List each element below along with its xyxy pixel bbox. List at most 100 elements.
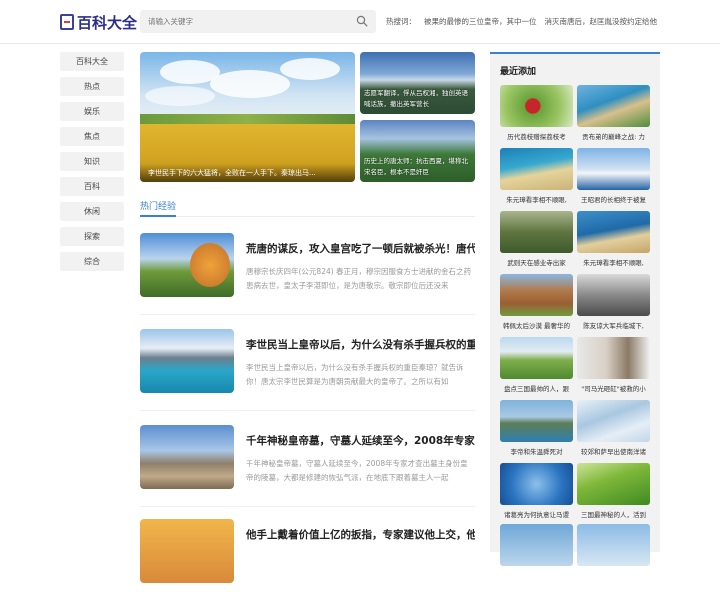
recent-item[interactable]: 盘点三国最帅的人，跟 [500, 337, 573, 393]
recent-item[interactable]: "司马光砸缸"被救的小 [577, 337, 650, 393]
cloud-shape [280, 58, 340, 80]
article-desc: 千年神秘皇帝墓，守墓人延续至今，2008年专家才查出墓主身份皇帝的陵墓，大都是修… [246, 459, 468, 482]
section-divider [140, 216, 475, 217]
recent-thumbnail[interactable] [500, 463, 573, 505]
side-slide-2[interactable]: 历史上的唐太师：抗击西夏，堪称北宋名臣，根本不是奸臣 [360, 120, 475, 182]
recent-label[interactable]: 三国最神秘的人，活到 [577, 509, 650, 519]
tree-line-shape [140, 114, 355, 124]
recent-thumbnail[interactable] [577, 463, 650, 505]
nav-item-entertainment[interactable]: 娱乐 [60, 102, 124, 121]
recent-item[interactable]: 朱元璋看李相不顺眼, [500, 148, 573, 204]
recent-thumbnail[interactable] [500, 211, 573, 253]
hot-searches: 热搜词： 被果的最惨的三位皇帝，其中一位 消灭南唐后，赵匡胤没按约定给他 [386, 16, 665, 27]
side-slide-caption: 历史上的唐太师：抗击西夏，堪称北宋名臣，根本不是奸臣 [364, 157, 468, 176]
recent-thumbnail[interactable] [577, 337, 650, 379]
hero-slide[interactable]: 李世民手下的六大猛将，全败在一人手下。秦琼出马... [140, 52, 355, 182]
category-nav: 百科大全 热点 娱乐 焦点 知识 百科 休闲 探索 综合 [60, 52, 124, 277]
recent-thumbnail[interactable] [577, 400, 650, 442]
hot-word-link[interactable]: 消灭南唐后，赵匡胤没按约定给他 [545, 17, 658, 26]
recent-thumbnail[interactable] [500, 148, 573, 190]
recent-thumbnail[interactable] [500, 85, 573, 127]
recent-thumbnail[interactable] [577, 274, 650, 316]
nav-item-knowledge[interactable]: 知识 [60, 152, 124, 171]
recent-item[interactable]: 较郊和萨早出使南洋诸 [577, 400, 650, 456]
recent-label[interactable]: 较郊和萨早出使南洋诸 [577, 446, 650, 456]
article-title[interactable]: 荒唐的谋反，攻入皇宫吃了一顿后就被杀光！唐代 [246, 241, 475, 256]
side-slide-caption: 志愿军翻译，俘从吕权湘，独创英语喊话族，撤出英军营长 [364, 89, 468, 108]
article-desc: 唐穆宗长庆四年(公元824) 春正月，穆宗因服食方士进献的金石之药患病去世，皇太… [246, 267, 472, 290]
article-item[interactable]: 他手上戴着价值上亿的扳指，专家建议他上交，他6 [140, 519, 475, 601]
nav-item-leisure[interactable]: 休闲 [60, 202, 124, 221]
autumn-tree-shape [190, 243, 230, 287]
nav-item-general[interactable]: 综合 [60, 252, 124, 271]
recent-item[interactable]: 朱元璋看李相不顺眼, [577, 211, 650, 267]
recent-item[interactable]: 陈友谅大军兵临城下, [577, 274, 650, 330]
recent-label[interactable]: 武则天在感业寺出家 [500, 257, 573, 267]
article-thumbnail[interactable] [140, 519, 234, 583]
hot-word-link[interactable]: 被果的最惨的三位皇帝，其中一位 [424, 17, 537, 26]
recent-item[interactable]: 诸葛亮为何执意让马谡 [500, 463, 573, 519]
divider [140, 506, 475, 507]
article-thumbnail[interactable] [140, 425, 234, 489]
recent-item[interactable] [577, 524, 650, 566]
recent-thumbnail[interactable] [577, 148, 650, 190]
nav-item-encyclopedia[interactable]: 百科 [60, 177, 124, 196]
recent-item[interactable]: 李帝和朱温舜死对 [500, 400, 573, 456]
search-icon[interactable] [356, 15, 368, 27]
recent-label[interactable]: 朱元璋看李相不顺眼, [500, 194, 573, 204]
logo-text: 百科大全 [77, 13, 138, 32]
recent-label[interactable]: 王昭君的长相终于被复 [577, 194, 650, 204]
section-underline [140, 215, 176, 217]
recent-thumbnail[interactable] [500, 524, 573, 566]
article-thumbnail[interactable] [140, 329, 234, 393]
recent-label[interactable]: 盘点三国最帅的人，跟 [500, 383, 573, 393]
recent-thumbnail[interactable] [500, 337, 573, 379]
search-box [140, 10, 376, 33]
article-thumbnail[interactable] [140, 233, 234, 297]
cloud-shape [210, 70, 290, 98]
recent-item[interactable]: 历代荔枝赠探荔枝考 [500, 85, 573, 141]
recent-title: 最近添加 [500, 67, 537, 77]
nav-item-baike-daquan[interactable]: 百科大全 [60, 52, 124, 71]
recent-label[interactable]: 李帝和朱温舜死对 [500, 446, 573, 456]
article-item[interactable]: 李世民当上皇帝以后，为什么没有杀手握兵权的重 李世民当上皇帝以后，为什么没有杀手… [140, 329, 475, 411]
recent-item[interactable]: 贡布弟的巅峰之战: 力 [577, 85, 650, 141]
section-title[interactable]: 热门经验 [140, 199, 176, 212]
recent-item[interactable]: 三国最神秘的人，活到 [577, 463, 650, 519]
divider [140, 410, 475, 411]
nav-item-focus[interactable]: 焦点 [60, 127, 124, 146]
recent-item[interactable]: 韩佩太后沙漠 最奢华的 [500, 274, 573, 330]
site-logo[interactable]: 百科大全 [60, 12, 137, 32]
recent-label[interactable]: 韩佩太后沙漠 最奢华的 [500, 320, 573, 330]
recent-label[interactable]: 诸葛亮为何执意让马谡 [500, 509, 573, 519]
recent-thumbnail[interactable] [577, 211, 650, 253]
recent-thumbnail[interactable] [577, 85, 650, 127]
side-slide-1[interactable]: 志愿军翻译，俘从吕权湘，独创英语喊话族，撤出英军营长 [360, 52, 475, 114]
recent-item[interactable]: 武则天在感业寺出家 [500, 211, 573, 267]
recent-thumbnail[interactable] [500, 274, 573, 316]
recent-label[interactable]: 历代荔枝赠探荔枝考 [500, 131, 573, 141]
hot-label: 热搜词： [386, 17, 416, 26]
search-input[interactable] [148, 13, 348, 30]
recent-label[interactable]: 朱元璋看李相不顺眼, [577, 257, 650, 267]
recent-panel: 最近添加 历代荔枝赠探荔枝考 贡布弟的巅峰之战: 力 朱元璋看李相不顺眼, 王昭… [490, 52, 660, 566]
recent-label[interactable]: 贡布弟的巅峰之战: 力 [577, 131, 650, 141]
article-desc: 李世民当上皇帝以后，为什么没有杀手握兵权的重臣秦琼？就告诉你！唐太宗李世民算是为… [246, 363, 464, 386]
recent-thumbnail[interactable] [500, 400, 573, 442]
article-item[interactable]: 千年神秘皇帝墓，守墓人延续至今，2008年专家才 千年神秘皇帝墓，守墓人延续至今… [140, 425, 475, 507]
recent-label[interactable]: 陈友谅大军兵临城下, [577, 320, 650, 330]
nav-item-hot[interactable]: 热点 [60, 77, 124, 96]
nav-item-explore[interactable]: 探索 [60, 227, 124, 246]
hero-caption: 李世民手下的六大猛将，全败在一人手下。秦琼出马... [140, 164, 355, 182]
article-title[interactable]: 千年神秘皇帝墓，守墓人延续至今，2008年专家才 [246, 433, 475, 448]
recent-item[interactable] [500, 524, 573, 566]
divider [140, 314, 475, 315]
recent-thumbnail[interactable] [577, 524, 650, 566]
article-title[interactable]: 李世民当上皇帝以后，为什么没有杀手握兵权的重 [246, 337, 475, 352]
article-item[interactable]: 荒唐的谋反，攻入皇宫吃了一顿后就被杀光！唐代 唐穆宗长庆四年(公元824) 春正… [140, 233, 475, 315]
recent-label[interactable]: "司马光砸缸"被救的小 [577, 383, 650, 393]
recent-item[interactable]: 王昭君的长相终于被复 [577, 148, 650, 204]
logo-icon [60, 14, 74, 30]
header: 百科大全 热搜词： 被果的最惨的三位皇帝，其中一位消灭南唐后，赵匡胤没按约定给他 [0, 0, 720, 44]
cloud-shape [145, 86, 215, 106]
